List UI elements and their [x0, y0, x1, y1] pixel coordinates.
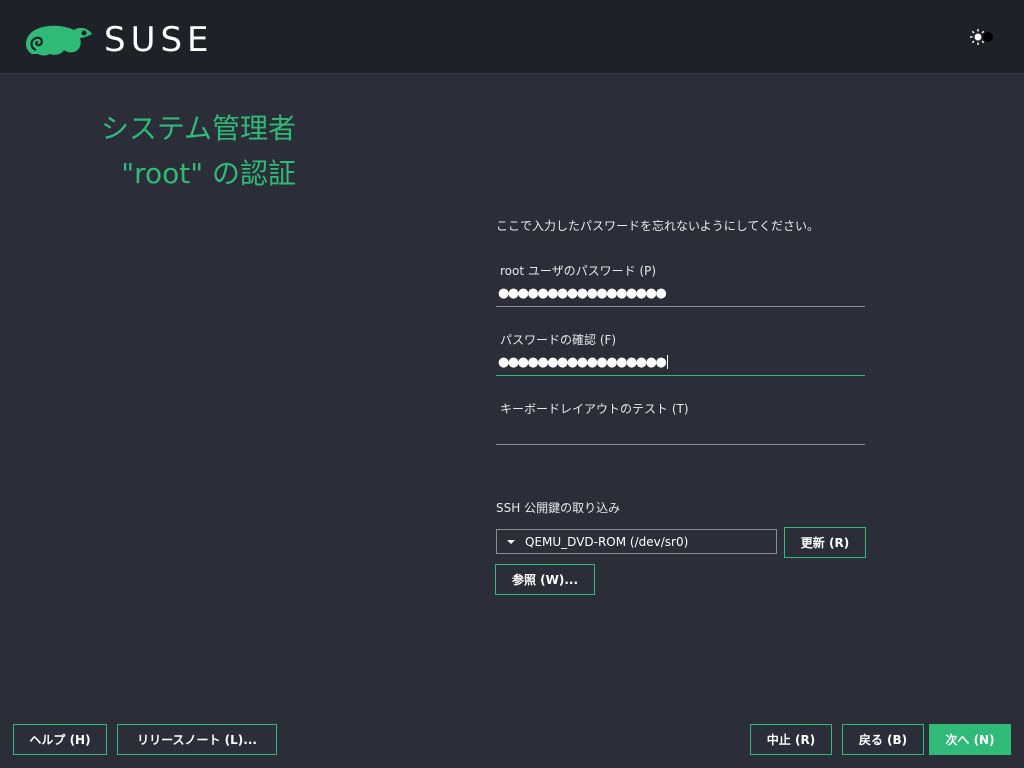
- back-button[interactable]: 戻る (B): [842, 724, 924, 755]
- ssh-section-label: SSH 公開鍵の取り込み: [496, 501, 621, 515]
- abort-button[interactable]: 中止 (R): [750, 724, 832, 755]
- page-title: システム管理者 "root" の認証: [40, 106, 296, 196]
- refresh-button[interactable]: 更新 (R): [784, 527, 866, 558]
- ssh-device-value: QEMU_DVD-ROM (/dev/sr0): [525, 534, 689, 549]
- ssh-device-select[interactable]: QEMU_DVD-ROM (/dev/sr0): [496, 529, 777, 554]
- password-hint: ここで入力したパスワードを忘れないようにしてください。: [496, 219, 820, 233]
- next-button[interactable]: 次へ (N): [929, 724, 1011, 755]
- confirm-password-label: パスワードの確認 (F): [500, 333, 617, 347]
- sun-moon-icon: [970, 29, 993, 45]
- keyboard-test-field[interactable]: [496, 421, 865, 445]
- release-notes-button[interactable]: リリースノート (L)...: [117, 724, 277, 755]
- password-field[interactable]: ●●●●●●●●●●●●●●●●●: [496, 283, 865, 307]
- dropdown-arrow-icon: [497, 539, 525, 545]
- suse-logo: SUSE: [22, 20, 214, 60]
- password-value: ●●●●●●●●●●●●●●●●●: [498, 286, 667, 301]
- brand-name: SUSE: [104, 20, 214, 60]
- page-title-line1: システム管理者: [100, 112, 296, 145]
- confirm-password-field[interactable]: ●●●●●●●●●●●●●●●●●: [496, 352, 865, 376]
- password-label: root ユーザのパスワード (P): [500, 264, 657, 278]
- keyboard-test-label: キーボードレイアウトのテスト (T): [500, 402, 689, 416]
- confirm-password-value: ●●●●●●●●●●●●●●●●●: [498, 355, 667, 370]
- page-title-line2: "root" の認証: [121, 157, 296, 190]
- text-caret: [667, 355, 669, 369]
- theme-toggle-button[interactable]: [968, 26, 996, 48]
- top-header: SUSE: [0, 0, 1024, 74]
- chameleon-icon: [26, 25, 92, 56]
- browse-button[interactable]: 参照 (W)...: [495, 564, 595, 595]
- help-button[interactable]: ヘルプ (H): [13, 724, 107, 755]
